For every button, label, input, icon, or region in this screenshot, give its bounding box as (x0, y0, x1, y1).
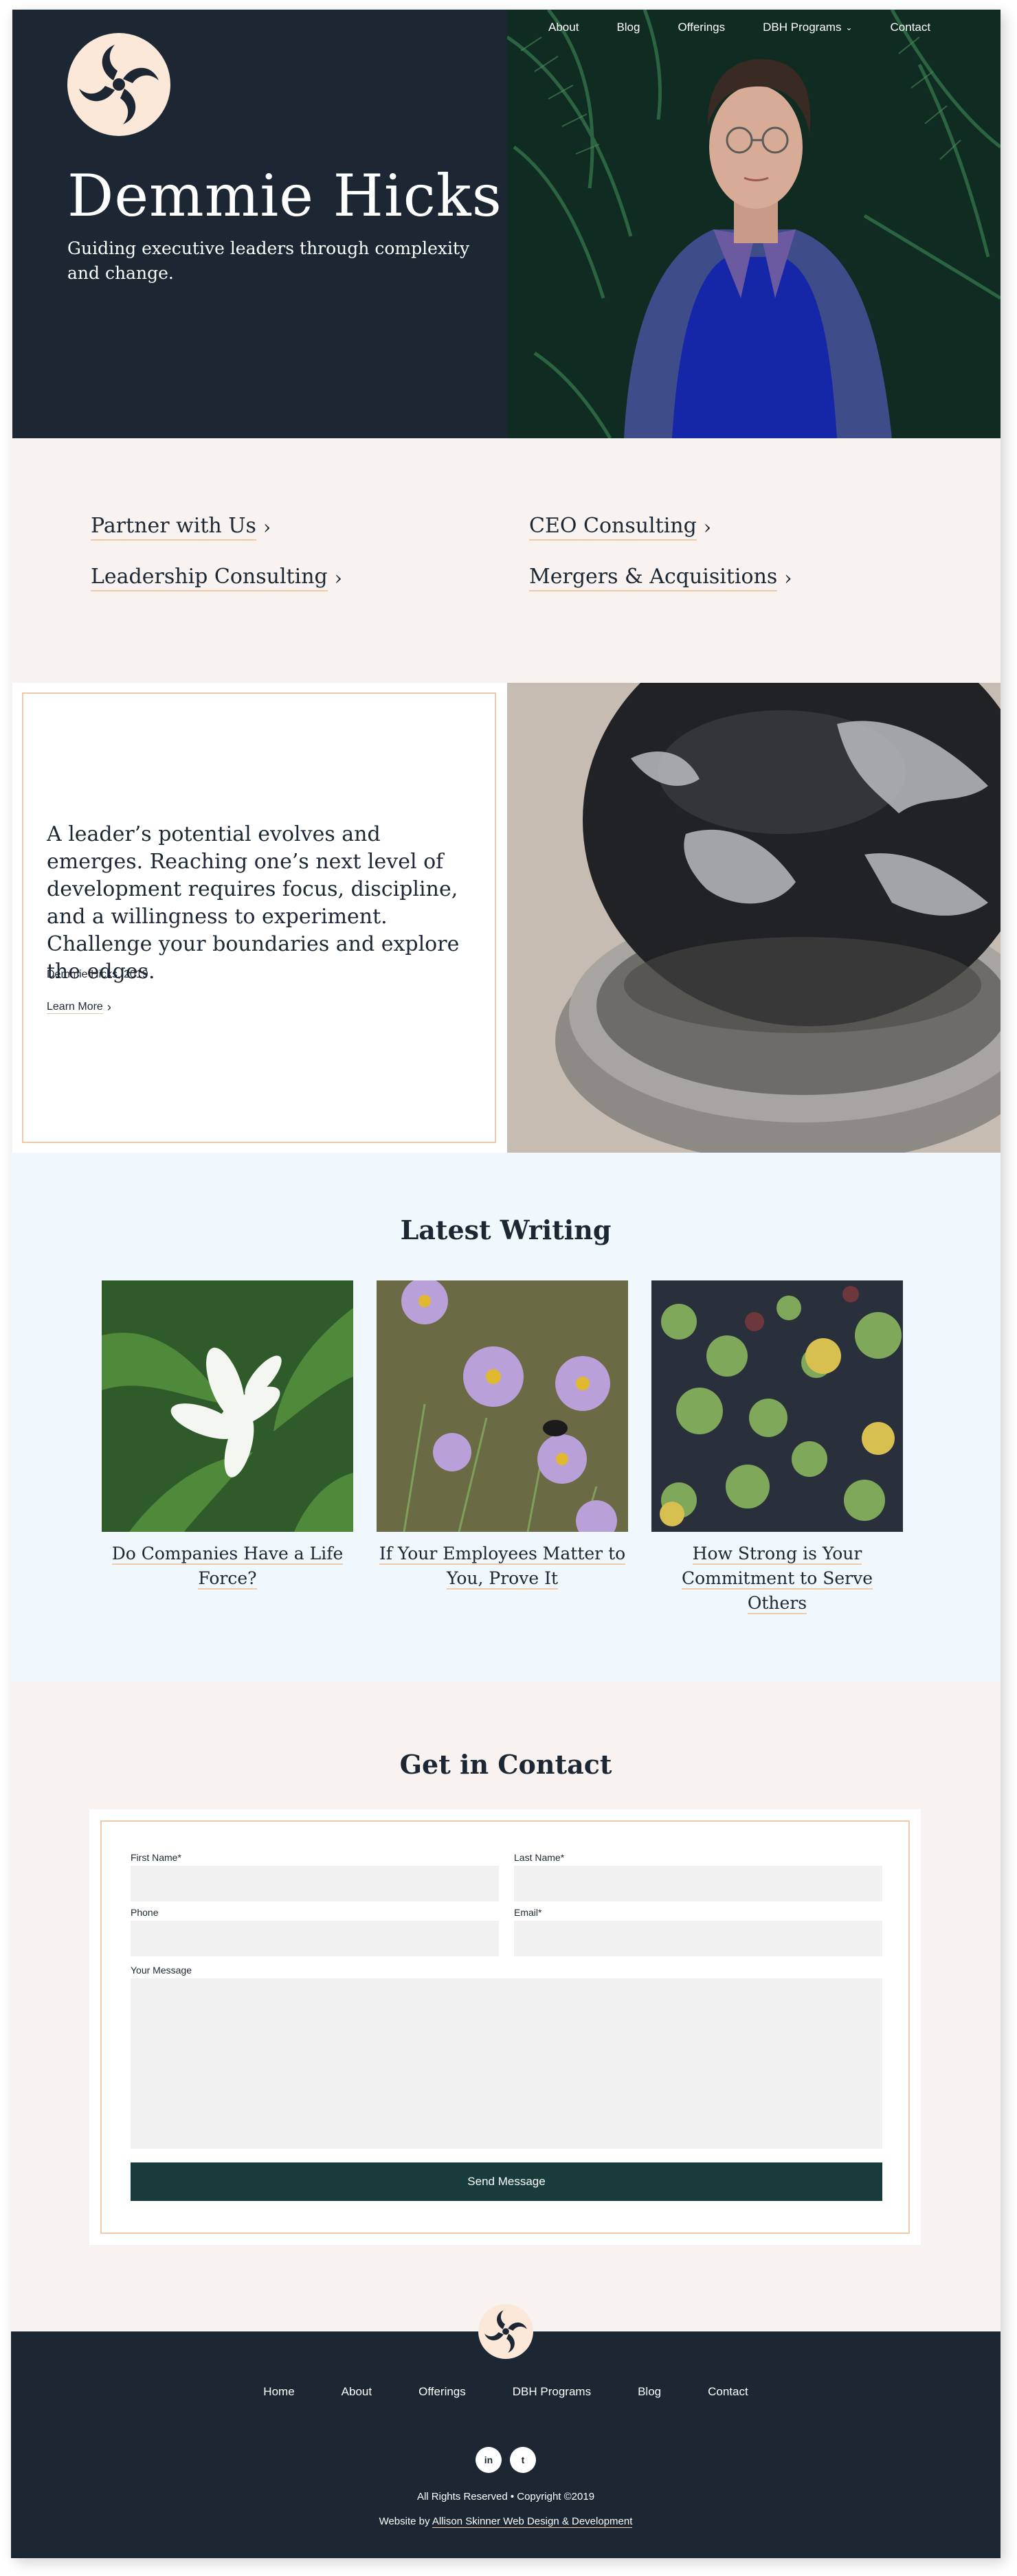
learn-more-link[interactable]: Learn More › (47, 1000, 111, 1015)
credit-text: Website by Allison Skinner Web Design & … (11, 2516, 1001, 2528)
nav-dbh-programs-label: DBH Programs (763, 21, 842, 34)
credit-prefix: Website by (379, 2516, 430, 2527)
footer: Home About Offerings DBH Programs Blog C… (11, 2304, 1001, 2558)
service-link-ceo-consulting[interactable]: CEO Consulting › (529, 514, 711, 541)
hero-section: Demmie Hicks Guiding executive leaders t… (12, 10, 1001, 438)
nav-about[interactable]: About (548, 21, 579, 34)
service-link-label: CEO Consulting (529, 514, 697, 541)
swirl-logo-icon (79, 45, 159, 124)
linkedin-icon[interactable]: in (476, 2447, 502, 2473)
globe-sculpture-photo (507, 683, 1001, 1153)
swirl-logo-icon (484, 2310, 527, 2353)
main-nav: About Blog Offerings DBH Programs ⌄ Conta… (548, 21, 968, 34)
nav-offerings-label: Offerings (678, 21, 726, 34)
quote-text: A leader’s potential evolves and emerges… (47, 822, 460, 984)
footer-nav-dbh-programs[interactable]: DBH Programs (513, 2385, 591, 2399)
last-name-label: Last Name* (514, 1852, 565, 1863)
blog-card-title[interactable]: How Strong is Your Commitment to Serve O… (651, 1541, 903, 1616)
blog-card[interactable]: Do Companies Have a Life Force? (102, 1280, 353, 1591)
footer-nav: Home About Offerings DBH Programs Blog C… (11, 2385, 1001, 2399)
blog-card-title[interactable]: If Your Employees Matter to You, Prove I… (377, 1541, 628, 1591)
email-field[interactable] (514, 1921, 882, 1956)
first-name-field[interactable] (131, 1866, 499, 1901)
contact-form: First Name* Last Name* Phone Email* Your… (100, 1820, 910, 2234)
latest-writing-section: Latest Writing Do Companies Have a Life … (11, 1153, 1001, 1682)
phone-field[interactable] (131, 1921, 499, 1956)
nav-blog-label: Blog (616, 21, 640, 34)
footer-nav-offerings[interactable]: Offerings (418, 2385, 466, 2399)
service-link-label: Partner with Us (91, 514, 256, 541)
nav-contact-label: Contact (890, 21, 931, 34)
last-name-field[interactable] (514, 1866, 882, 1901)
hero-tagline: Guiding executive leaders through comple… (67, 238, 470, 283)
nav-contact[interactable]: Contact (891, 21, 931, 34)
chevron-right-icon: › (107, 1000, 111, 1014)
learn-more-label: Learn More (47, 1001, 103, 1014)
blog-card-title-text: If Your Employees Matter to You, Prove I… (379, 1544, 626, 1590)
chevron-right-icon: › (784, 567, 792, 589)
section-title: Get in Contact (399, 1749, 612, 1780)
message-label: Your Message (131, 1965, 192, 1976)
service-link-mergers[interactable]: Mergers & Acquisitions › (529, 565, 792, 591)
contact-form-card: First Name* Last Name* Phone Email* Your… (89, 1809, 921, 2245)
chevron-down-icon: ⌄ (845, 23, 853, 32)
page-frame: Demmie Hicks Guiding executive leaders t… (11, 10, 1001, 2558)
services-section: Partner with Us › CEO Consulting › Leaders… (12, 438, 1001, 683)
first-name-label: First Name* (131, 1852, 181, 1863)
message-field[interactable] (131, 1978, 882, 2149)
copyright-text: All Rights Reserved • Copyright ©2019 (416, 2491, 595, 2502)
nav-dbh-programs[interactable]: DBH Programs ⌄ (763, 21, 852, 34)
chevron-right-icon: › (334, 567, 342, 589)
footer-logo[interactable] (478, 2304, 533, 2359)
blog-card[interactable]: How Strong is Your Commitment to Serve O… (651, 1280, 903, 1616)
blog-card-title[interactable]: Do Companies Have a Life Force? (102, 1541, 353, 1591)
hero-portrait-photo (507, 10, 1001, 438)
blog-card-image[interactable] (651, 1280, 903, 1532)
email-label: Email* (514, 1907, 542, 1918)
footer-nav-about[interactable]: About (342, 2385, 372, 2399)
chevron-right-icon: › (262, 516, 271, 539)
nav-blog[interactable]: Blog (616, 21, 640, 34)
service-link-partner[interactable]: Partner with Us › (91, 514, 271, 541)
contact-section: Get in Contact First Name* Last Name* Ph… (11, 1682, 1001, 2331)
blog-card-image[interactable] (377, 1280, 628, 1532)
logo[interactable] (67, 33, 170, 136)
footer-nav-blog[interactable]: Blog (638, 2385, 661, 2399)
twitter-icon[interactable]: t (510, 2447, 536, 2473)
blog-card-title-text: Do Companies Have a Life Force? (111, 1544, 344, 1590)
blog-card-title-text: How Strong is Your Commitment to Serve O… (681, 1544, 873, 1614)
section-title: Latest Writing (400, 1214, 612, 1245)
chevron-right-icon: › (703, 516, 712, 539)
nav-about-label: About (548, 21, 579, 34)
quote-section: A leader’s potential evolves and emerges… (12, 683, 1001, 1153)
service-link-leadership-consulting[interactable]: Leadership Consulting › (91, 565, 342, 591)
footer-nav-contact[interactable]: Contact (708, 2385, 748, 2399)
service-link-label: Leadership Consulting (91, 565, 328, 591)
quote-card: A leader’s potential evolves and emerges… (22, 692, 496, 1143)
nav-offerings[interactable]: Offerings (678, 21, 725, 34)
quote-author: Demmie Hicks, 2019 (47, 969, 148, 980)
service-link-label: Mergers & Acquisitions (529, 565, 778, 591)
hero-name: Demmie Hicks (67, 162, 502, 229)
phone-label: Phone (131, 1907, 159, 1918)
send-message-button[interactable]: Send Message (131, 2162, 882, 2201)
credit-link[interactable]: Allison Skinner Web Design & Development (432, 2516, 633, 2528)
blog-card[interactable]: If Your Employees Matter to You, Prove I… (377, 1280, 628, 1591)
blog-card-image[interactable] (102, 1280, 353, 1532)
footer-nav-home[interactable]: Home (263, 2385, 294, 2399)
